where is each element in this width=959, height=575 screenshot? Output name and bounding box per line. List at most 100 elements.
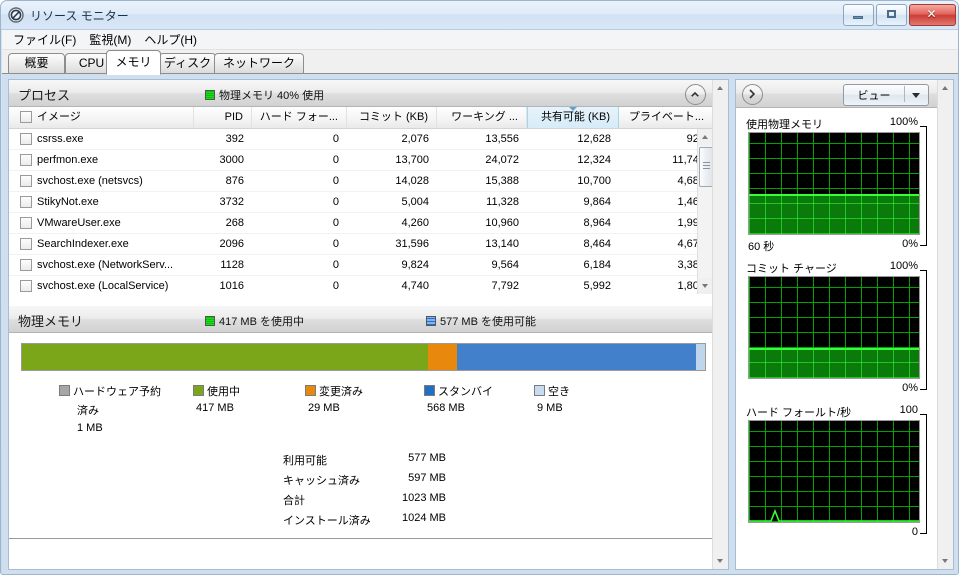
graphs-expand-button[interactable] — [742, 84, 763, 105]
cell-pid: 1128 — [220, 259, 244, 271]
physical-memory-section-header: 物理メモリ 417 MB を使用中 577 MB を使用可能 — [9, 306, 713, 557]
graph-min-commit-charge: 0% — [902, 382, 918, 394]
processes-memory-status-text: 物理メモリ 40% 使用 — [219, 90, 325, 102]
graph-max-commit-charge: 100% — [889, 260, 918, 272]
menu-item-monitor[interactable]: 監視(M) — [85, 29, 140, 50]
row-checkbox[interactable] — [20, 196, 32, 208]
cell-hard-faults: 0 — [332, 238, 339, 250]
minimize-button[interactable] — [843, 4, 874, 26]
table-row[interactable]: SearchIndexer.exe 2096 0 31,596 13,140 8… — [9, 234, 713, 255]
cell-working-set: 10,960 — [485, 217, 519, 229]
cell-commit: 4,260 — [401, 217, 429, 229]
legend-hardware-reserved-line2: 済み — [77, 405, 99, 417]
graph-time-span-label: 60 秒 — [748, 241, 775, 253]
close-button[interactable]: ✕ — [909, 4, 956, 26]
graphs-pane-scrollbar[interactable] — [937, 80, 953, 569]
window-controls: ✕ — [843, 4, 956, 26]
table-row[interactable]: StikyNot.exe 3732 0 5,004 11,328 9,864 1… — [9, 192, 713, 213]
column-header-hard-faults[interactable]: ハード フォー... — [252, 107, 347, 128]
table-row[interactable]: svchost.exe (NetworkServ... 1128 0 9,824… — [9, 255, 713, 276]
summary-label-available: 利用可能 — [283, 455, 327, 467]
physical-memory-title: 物理メモリ — [18, 314, 84, 329]
table-row[interactable]: svchost.exe (netsvcs) 876 0 14,028 15,38… — [9, 171, 713, 192]
row-checkbox[interactable] — [20, 133, 32, 145]
tab-disk[interactable]: ディスク — [159, 53, 216, 74]
scroll-up-button[interactable] — [698, 129, 713, 145]
cell-shareable: 9,864 — [583, 196, 611, 208]
row-checkbox[interactable] — [20, 217, 32, 229]
view-dropdown-button[interactable]: ビュー — [843, 84, 929, 106]
cell-image: VMwareUser.exe — [37, 217, 121, 229]
cell-shareable: 5,992 — [583, 280, 611, 292]
graph-scale-bracket — [920, 270, 927, 390]
summary-value-cached: 597 MB — [408, 472, 446, 484]
cell-working-set: 15,388 — [485, 175, 519, 187]
left-pane: プロセス 物理メモリ 40% 使用 イメージ PID ハード フォー... コミ… — [8, 79, 729, 570]
column-header-commit[interactable]: コミット (KB) — [347, 107, 437, 128]
cell-pid: 3732 — [219, 196, 244, 208]
blue-swatch-icon — [426, 316, 436, 326]
scroll-up-button[interactable] — [938, 80, 953, 96]
triangle-down-icon — [702, 284, 708, 288]
menu-item-help[interactable]: ヘルプ(H) — [140, 29, 206, 50]
maximize-button[interactable] — [876, 4, 907, 26]
summary-label-total: 合計 — [283, 495, 305, 507]
tab-network[interactable]: ネットワーク — [214, 53, 304, 74]
cell-commit: 31,596 — [395, 238, 429, 250]
memory-segment-modified — [428, 344, 458, 370]
cell-hard-faults: 0 — [332, 217, 339, 229]
scroll-down-button[interactable] — [713, 553, 728, 569]
legend-in-use-label: 使用中 — [207, 386, 240, 398]
legend-standby-value: 568 MB — [427, 402, 465, 414]
scrollbar-thumb[interactable] — [699, 147, 713, 187]
scroll-up-button[interactable] — [713, 80, 728, 96]
table-row[interactable]: VMwareUser.exe 268 0 4,260 10,960 8,964 … — [9, 213, 713, 234]
cell-commit: 13,700 — [395, 154, 429, 166]
row-checkbox[interactable] — [20, 280, 32, 292]
chevron-down-icon — [912, 93, 920, 98]
scroll-down-button[interactable] — [698, 278, 713, 294]
graph-title-commit-charge: コミット チャージ — [746, 263, 837, 275]
graph-trace-line — [749, 193, 919, 196]
menu-item-file[interactable]: ファイル(F) — [9, 29, 85, 50]
cell-working-set: 13,140 — [485, 238, 519, 250]
cell-pid: 392 — [225, 133, 244, 145]
graphs-pane-header: ビュー — [736, 80, 937, 108]
graph-fill-gridlines — [749, 347, 919, 378]
row-checkbox[interactable] — [20, 238, 32, 250]
cell-working-set: 24,072 — [485, 154, 519, 166]
table-row[interactable]: svchost.exe (LocalService) 1016 0 4,740 … — [9, 276, 713, 294]
cell-hard-faults: 0 — [332, 259, 339, 271]
graphs-pane: ビュー 使用物理メモリ 100% 60 秒 0% コミット チャージ 100% — [735, 79, 954, 570]
row-checkbox[interactable] — [20, 154, 32, 166]
cell-hard-faults: 0 — [332, 280, 339, 292]
column-header-pid[interactable]: PID — [194, 107, 252, 128]
table-row[interactable]: perfmon.exe 3000 0 13,700 24,072 12,324 … — [9, 150, 713, 171]
summary-value-available: 577 MB — [408, 452, 446, 464]
resource-monitor-icon — [8, 7, 24, 23]
left-pane-scrollbar[interactable] — [712, 80, 728, 569]
process-list-scrollbar[interactable] — [697, 129, 713, 294]
row-checkbox[interactable] — [20, 259, 32, 271]
tab-memory[interactable]: メモリ — [106, 50, 161, 75]
table-row[interactable]: csrss.exe 392 0 2,076 13,556 12,628 928 — [9, 129, 713, 150]
legend-hardware-reserved: ハードウェア予約 — [59, 383, 161, 399]
green-swatch-icon — [205, 316, 215, 326]
tab-overview[interactable]: 概要 — [8, 53, 65, 74]
column-header-working-set[interactable]: ワーキング ... — [437, 107, 527, 128]
cell-working-set: 11,328 — [486, 196, 519, 208]
legend-standby: スタンバイ — [424, 383, 493, 399]
column-header-private[interactable]: プライベート... — [619, 107, 713, 128]
sort-ascending-icon — [569, 107, 577, 111]
legend-free-value: 9 MB — [537, 402, 563, 414]
cell-image: perfmon.exe — [37, 154, 99, 166]
row-checkbox[interactable] — [20, 175, 32, 187]
select-all-checkbox[interactable] — [20, 111, 32, 123]
column-header-shareable[interactable]: 共有可能 (KB) — [527, 107, 619, 128]
cell-commit: 2,076 — [401, 133, 429, 145]
scroll-down-button[interactable] — [938, 553, 953, 569]
column-header-image[interactable]: イメージ — [9, 107, 194, 128]
green-swatch-icon — [205, 90, 215, 100]
processes-collapse-button[interactable] — [685, 84, 706, 105]
cell-commit: 5,004 — [401, 196, 429, 208]
